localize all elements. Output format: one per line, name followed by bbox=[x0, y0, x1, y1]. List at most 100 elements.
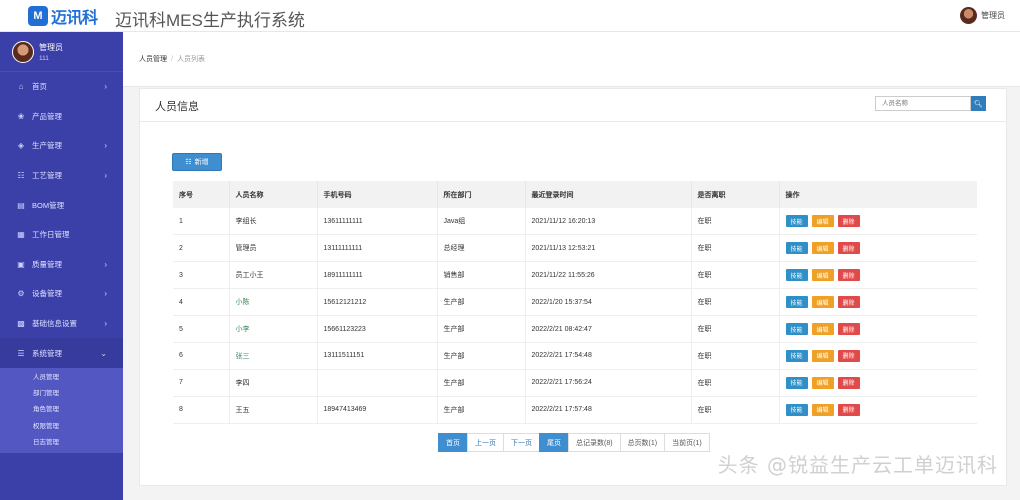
pager-next[interactable]: 下一页 bbox=[503, 433, 540, 452]
sidebar-profile[interactable]: 管理员 111 bbox=[0, 32, 123, 72]
delete-button[interactable]: 删除 bbox=[837, 296, 860, 309]
sidebar-subitem[interactable]: 部门管理 bbox=[0, 386, 123, 402]
sidebar-item[interactable]: ☰ 系统管理 ⌄ bbox=[0, 338, 123, 368]
sidebar-item[interactable]: ▦ 工作日管理 bbox=[0, 220, 123, 250]
sidebar-item[interactable]: ▣ 质量管理 › bbox=[0, 250, 123, 280]
column-header: 最近登录时间 bbox=[525, 181, 692, 208]
delete-button[interactable]: 删除 bbox=[837, 403, 860, 416]
employment-status: 在职 bbox=[691, 208, 780, 235]
logo[interactable]: M 迈讯科 bbox=[28, 5, 98, 27]
bom-icon: ▤ bbox=[17, 200, 25, 210]
edit-button[interactable]: 编辑 bbox=[811, 269, 834, 282]
sidebar-item[interactable]: ⌂ 首页 › bbox=[0, 72, 123, 102]
chevron-right-icon: › bbox=[104, 82, 107, 92]
last-login-time: 2022/2/21 08:42:47 bbox=[525, 315, 692, 343]
add-button[interactable]: ☷ 新增 bbox=[172, 153, 222, 171]
production-icon: ◈ bbox=[17, 141, 25, 151]
sidebar-item[interactable]: ▩ 基础信息设置 › bbox=[0, 309, 123, 339]
person-name: 李组长 bbox=[229, 208, 318, 235]
edit-button[interactable]: 编辑 bbox=[811, 215, 834, 228]
process-icon: ☷ bbox=[17, 171, 25, 181]
search-box: 🔍︎ bbox=[875, 96, 986, 111]
sidebar-subitem[interactable]: 角色管理 bbox=[0, 402, 123, 418]
row-number: 1 bbox=[173, 208, 230, 235]
row-number: 6 bbox=[173, 342, 230, 370]
skill-button[interactable]: 技能 bbox=[785, 323, 808, 335]
sidebar-item-label: 系统管理 bbox=[32, 348, 62, 358]
user-name: 管理员 bbox=[981, 11, 1005, 20]
delete-button[interactable]: 删除 bbox=[837, 215, 860, 228]
sidebar-item[interactable]: ⚙ 设备管理 › bbox=[0, 279, 123, 309]
pager-prev[interactable]: 上一页 bbox=[467, 433, 504, 452]
phone-number: 18911111111 bbox=[317, 261, 438, 289]
edit-button[interactable]: 编辑 bbox=[811, 349, 834, 362]
person-name: 张三 bbox=[229, 342, 318, 370]
pager-first[interactable]: 首页 bbox=[438, 433, 468, 452]
skill-button[interactable]: 技能 bbox=[785, 376, 808, 389]
edit-button[interactable]: 编辑 bbox=[811, 242, 834, 255]
sidebar-item[interactable]: ◈ 生产管理 › bbox=[0, 131, 123, 161]
profile-avatar bbox=[12, 40, 34, 63]
employment-status: 在职 bbox=[691, 315, 780, 343]
user-menu[interactable]: 管理员 bbox=[960, 7, 1005, 24]
department: Java组 bbox=[437, 208, 526, 235]
sidebar-item[interactable]: ❀ 产品管理 bbox=[0, 102, 123, 132]
person-name: 员工小王 bbox=[229, 261, 318, 289]
sidebar-item[interactable]: ▤ BOM管理 bbox=[0, 190, 123, 220]
delete-button[interactable]: 删除 bbox=[837, 376, 860, 389]
skill-button[interactable]: 技能 bbox=[785, 349, 808, 362]
chevron-right-icon: › bbox=[104, 259, 107, 269]
pagination: 首页 上一页 下一页 尾页 总记录数(8) 总页数(1) 当前页(1) bbox=[438, 433, 710, 452]
delete-button[interactable]: 删除 bbox=[837, 323, 860, 335]
sidebar-subitem[interactable]: 权限管理 bbox=[0, 419, 123, 435]
breadcrumb: 人员管理 / 人员列表 bbox=[123, 32, 1020, 87]
sidebar-menu: ⌂ 首页 › ❀ 产品管理 ◈ 生产管理 › ☷ 工艺管理 › ▤ BOM管理 ▦ 工作日管理 ▣ 质量管理 › ⚙… bbox=[0, 72, 123, 453]
table-row: 1 李组长 13611111111 Java组 2021/11/12 16:20:13 在… bbox=[173, 208, 977, 235]
last-login-time: 2022/1/20 15:37:54 bbox=[525, 288, 692, 316]
sidebar-subitem[interactable]: 人员管理 bbox=[0, 370, 123, 386]
delete-button[interactable]: 删除 bbox=[837, 269, 860, 282]
last-login-time: 2021/11/22 11:55:26 bbox=[525, 261, 692, 289]
table-row: 2 管理员 13111111111 总经理 2021/11/13 12:53:21 在职技… bbox=[173, 234, 977, 262]
edit-button[interactable]: 编辑 bbox=[811, 403, 834, 416]
equipment-icon: ⚙ bbox=[17, 289, 25, 299]
chevron-right-icon: › bbox=[104, 319, 107, 329]
skill-button[interactable]: 技能 bbox=[785, 269, 808, 282]
breadcrumb-parent[interactable]: 人员管理 bbox=[139, 54, 167, 64]
skill-button[interactable]: 技能 bbox=[785, 296, 808, 309]
breadcrumb-current: 人员列表 bbox=[176, 56, 205, 63]
sidebar-item-label: BOM管理 bbox=[32, 200, 65, 210]
skill-button[interactable]: 技能 bbox=[785, 215, 808, 228]
search-button[interactable]: 🔍︎ bbox=[971, 96, 986, 111]
skill-button[interactable]: 技能 bbox=[785, 403, 808, 416]
search-input[interactable] bbox=[875, 96, 971, 111]
delete-button[interactable]: 删除 bbox=[837, 242, 860, 255]
settings-icon: ▩ bbox=[17, 319, 25, 329]
phone-number bbox=[317, 369, 438, 397]
add-button-label: 新增 bbox=[194, 159, 209, 166]
row-actions: 技能 编辑 删除 bbox=[779, 369, 977, 396]
skill-button[interactable]: 技能 bbox=[785, 242, 808, 255]
top-header: M 迈讯科 迈讯科MES生产执行系统 管理员 bbox=[0, 0, 1020, 32]
employment-status: 在职 bbox=[691, 261, 780, 289]
last-login-time: 2022/2/21 17:54:48 bbox=[525, 342, 692, 370]
delete-button[interactable]: 删除 bbox=[837, 349, 860, 362]
column-header: 操作 bbox=[785, 191, 800, 199]
sidebar-subitem[interactable]: 日志管理 bbox=[0, 435, 123, 451]
panel-header: 人员信息 🔍︎ bbox=[140, 89, 1006, 122]
person-name: 小李 bbox=[229, 315, 318, 343]
department: 生产部 bbox=[437, 315, 526, 343]
pager-last[interactable]: 尾页 bbox=[539, 433, 569, 452]
department: 生产部 bbox=[437, 288, 526, 316]
column-header: 所在部门 bbox=[437, 181, 526, 208]
sidebar-item[interactable]: ☷ 工艺管理 › bbox=[0, 161, 123, 191]
edit-button[interactable]: 编辑 bbox=[811, 376, 834, 389]
phone-number: 13111111111 bbox=[317, 234, 438, 262]
edit-button[interactable]: 编辑 bbox=[811, 296, 834, 309]
row-number: 5 bbox=[173, 315, 230, 343]
row-number: 3 bbox=[173, 261, 230, 289]
logo-mark-icon: M bbox=[28, 6, 48, 26]
profile-id: 111 bbox=[39, 54, 49, 62]
table-body: 1 李组长 13611111111 Java组 2021/11/12 16:20:13 在… bbox=[173, 208, 977, 424]
edit-button[interactable]: 编辑 bbox=[811, 323, 834, 335]
